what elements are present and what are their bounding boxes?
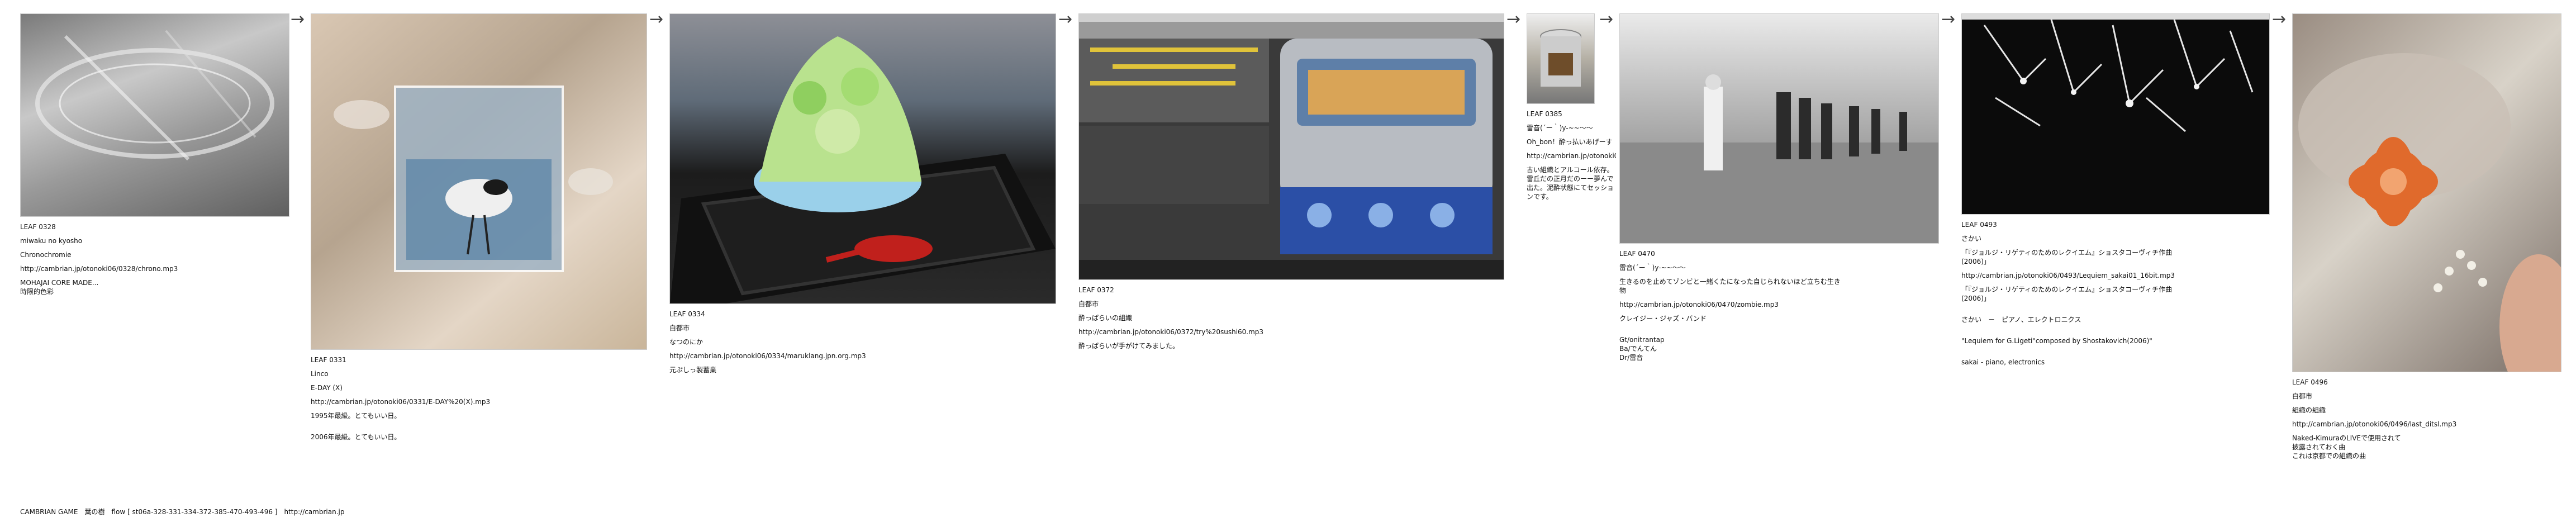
description-line: 「『ジョルジ・リゲティのためのレクイエム』ショスタコーヴィチ作曲(2006)」 — [1961, 286, 2173, 302]
credit-line: Gt/onitrantap — [1619, 336, 1665, 344]
description-line: Naked-KimuraのLIVEで使用されて — [2292, 434, 2401, 442]
flow-arrow-icon: → — [1599, 10, 1614, 29]
leaf-meta-0496: LEAF 0496 白都市 組織の組織 http://cambrian.jp/o… — [2292, 378, 2527, 466]
description-line: これは京都での組織の曲 — [2292, 452, 2366, 460]
artist-name: 雷音(´ー｀)y-~~～～ — [1619, 264, 1686, 272]
flow-arrow-icon: → — [2272, 10, 2287, 29]
flow-arrow-icon: → — [649, 10, 664, 29]
leaf-thumbnail-0496[interactable] — [2292, 13, 2561, 372]
leaf-thumbnail-0470[interactable] — [1619, 13, 1939, 244]
leaf-id: LEAF 0372 — [1078, 286, 1114, 294]
description-line: 時限的色彩 — [20, 288, 54, 296]
description-line: 元ぷしっ製蓄業 — [669, 366, 717, 374]
leaf-id: LEAF 0328 — [20, 223, 56, 231]
track-title: 組織の組織 — [2292, 406, 2326, 414]
bird-collage-image — [334, 86, 613, 272]
dish-image — [35, 30, 274, 161]
leaf-id: LEAF 0496 — [2292, 378, 2328, 386]
artist-name: 雷音(´ー｀)y-~~～～ — [1527, 124, 1593, 132]
track-title: Oh_bon！酔っ払いあげーす — [1527, 138, 1613, 146]
leaf-thumbnail-0331[interactable] — [311, 13, 647, 350]
description-line: 披露されておく曲 — [2292, 443, 2346, 451]
track-link[interactable]: http://cambrian.jp/otonoki06/0372/try%20… — [1078, 327, 1302, 336]
leaf-thumbnail-0328[interactable] — [20, 13, 289, 217]
leaf-meta-0334: LEAF 0334 白都市 なつのにか http://cambrian.jp/o… — [669, 310, 893, 379]
artist-name: 白都市 — [1078, 300, 1099, 308]
track-title: Chronochromie — [20, 251, 72, 259]
credit-line: Dr/雷音 — [1619, 354, 1643, 362]
leaf-id: LEAF 0470 — [1619, 250, 1655, 258]
track-link[interactable]: http://cambrian.jp/otonoki06/0385 — [1527, 151, 1616, 160]
track-link[interactable]: http://cambrian.jp/otonoki06/0331/E-DAY%… — [311, 397, 646, 406]
leaf-id: LEAF 0385 — [1527, 110, 1562, 118]
description-line: 1995年最級。とてもいい日。 — [311, 412, 401, 420]
description-line: 古い組織とアルコール依存。雷丘だの正月だのーー夢んで出た。泥酔状態にてセッション… — [1527, 166, 1614, 201]
leaf-thumbnail-0334[interactable] — [669, 13, 1056, 304]
track-title: なつのにか — [669, 338, 704, 346]
artist-name: Linco — [311, 370, 329, 378]
artist-name: 白都市 — [669, 324, 690, 332]
flow-arrow-icon: → — [1058, 10, 1073, 29]
track-title: 生きるのを止めてゾンビと一緒くたになった自じられないほど立ちむ生き物 — [1619, 278, 1841, 295]
leaf-id: LEAF 0493 — [1961, 221, 1997, 229]
credit-line: Ba/でんてん — [1619, 345, 1657, 353]
daw-screenshot-image — [1079, 14, 1504, 279]
track-title: 「『ジョルジ・リゲティのためのレクイエム』ショスタコーヴィチ作曲(2006)」 — [1961, 249, 2173, 265]
leaf-meta-0372: LEAF 0372 白都市 酔っぱらいの組織 http://cambrian.j… — [1078, 286, 1302, 355]
leaf-thumbnail-0372[interactable] — [1078, 13, 1504, 280]
description-line: 2006年最級。とてもいい日。 — [311, 433, 401, 441]
zombie-crowd-image — [1620, 74, 1938, 243]
leaf-meta-0470: LEAF 0470 雷音(´ー｀)y-~~～～ 生きるのを止めてゾンビと一緒くた… — [1619, 249, 1843, 367]
leaf-id: LEAF 0334 — [669, 310, 705, 318]
leaf-meta-0385: LEAF 0385 雷音(´ー｀)y-~~～～ Oh_bon！酔っ払いあげーす … — [1527, 110, 1616, 206]
track-title: E-DAY (X) — [311, 384, 343, 392]
flow-arrow-icon: → — [1941, 10, 1956, 29]
artist-name: さかい — [1961, 235, 1982, 243]
description-line: 酔っぱらいが手がけてみました。 — [1078, 342, 1180, 350]
track-link[interactable]: http://cambrian.jp/otonoki06/0496/last_d… — [2292, 420, 2527, 429]
description-line: "Lequiem for G.Ligeti"composed by Shosta… — [1961, 337, 2152, 345]
footer-flow-line: CAMBRIAN GAME 葉の樹 flow [ st06a-328-331-3… — [20, 508, 345, 516]
leaf-meta-0493: LEAF 0493 さかい 「『ジョルジ・リゲティのためのレクイエム』ショスタコ… — [1961, 220, 2175, 372]
artist-name: 白都市 — [2292, 392, 2313, 400]
flow-arrow-icon: → — [291, 10, 305, 29]
track-title: 酔っぱらいの組織 — [1078, 314, 1133, 322]
track-link[interactable]: http://cambrian.jp/otonoki06/0334/marukl… — [669, 352, 893, 360]
description-line: MOHAJAI CORE MADE... — [20, 279, 99, 287]
track-link[interactable]: http://cambrian.jp/otonoki06/0328/chrono… — [20, 264, 288, 273]
leaf-thumbnail-0385[interactable] — [1527, 13, 1595, 104]
leaf-meta-0331: LEAF 0331 Linco E-DAY (X) http://cambria… — [311, 355, 646, 447]
track-link[interactable]: http://cambrian.jp/otonoki06/0493/Lequie… — [1961, 271, 2175, 280]
artist-name: miwaku no kyosho — [20, 237, 83, 245]
description-line: さかい － ピアノ、エレクトロニクス — [1961, 316, 2081, 324]
description-line: sakai - piano, electronics — [1961, 358, 2045, 366]
carved-vegetable-image — [2298, 53, 2561, 372]
leaf-thumbnail-0493[interactable] — [1961, 13, 2270, 215]
can-image — [1540, 29, 1581, 87]
leaf-id: LEAF 0331 — [311, 356, 346, 364]
shaved-ice-image — [670, 36, 1056, 303]
flow-arrow-icon: → — [1506, 10, 1521, 29]
description-line: クレイジー・ジャズ・バンド — [1619, 315, 1707, 322]
leaf-meta-0328: LEAF 0328 miwaku no kyosho Chronochromie… — [20, 222, 288, 301]
track-link[interactable]: http://cambrian.jp/otonoki06/0470/zombie… — [1619, 300, 1843, 309]
branches-image — [1962, 14, 2269, 132]
